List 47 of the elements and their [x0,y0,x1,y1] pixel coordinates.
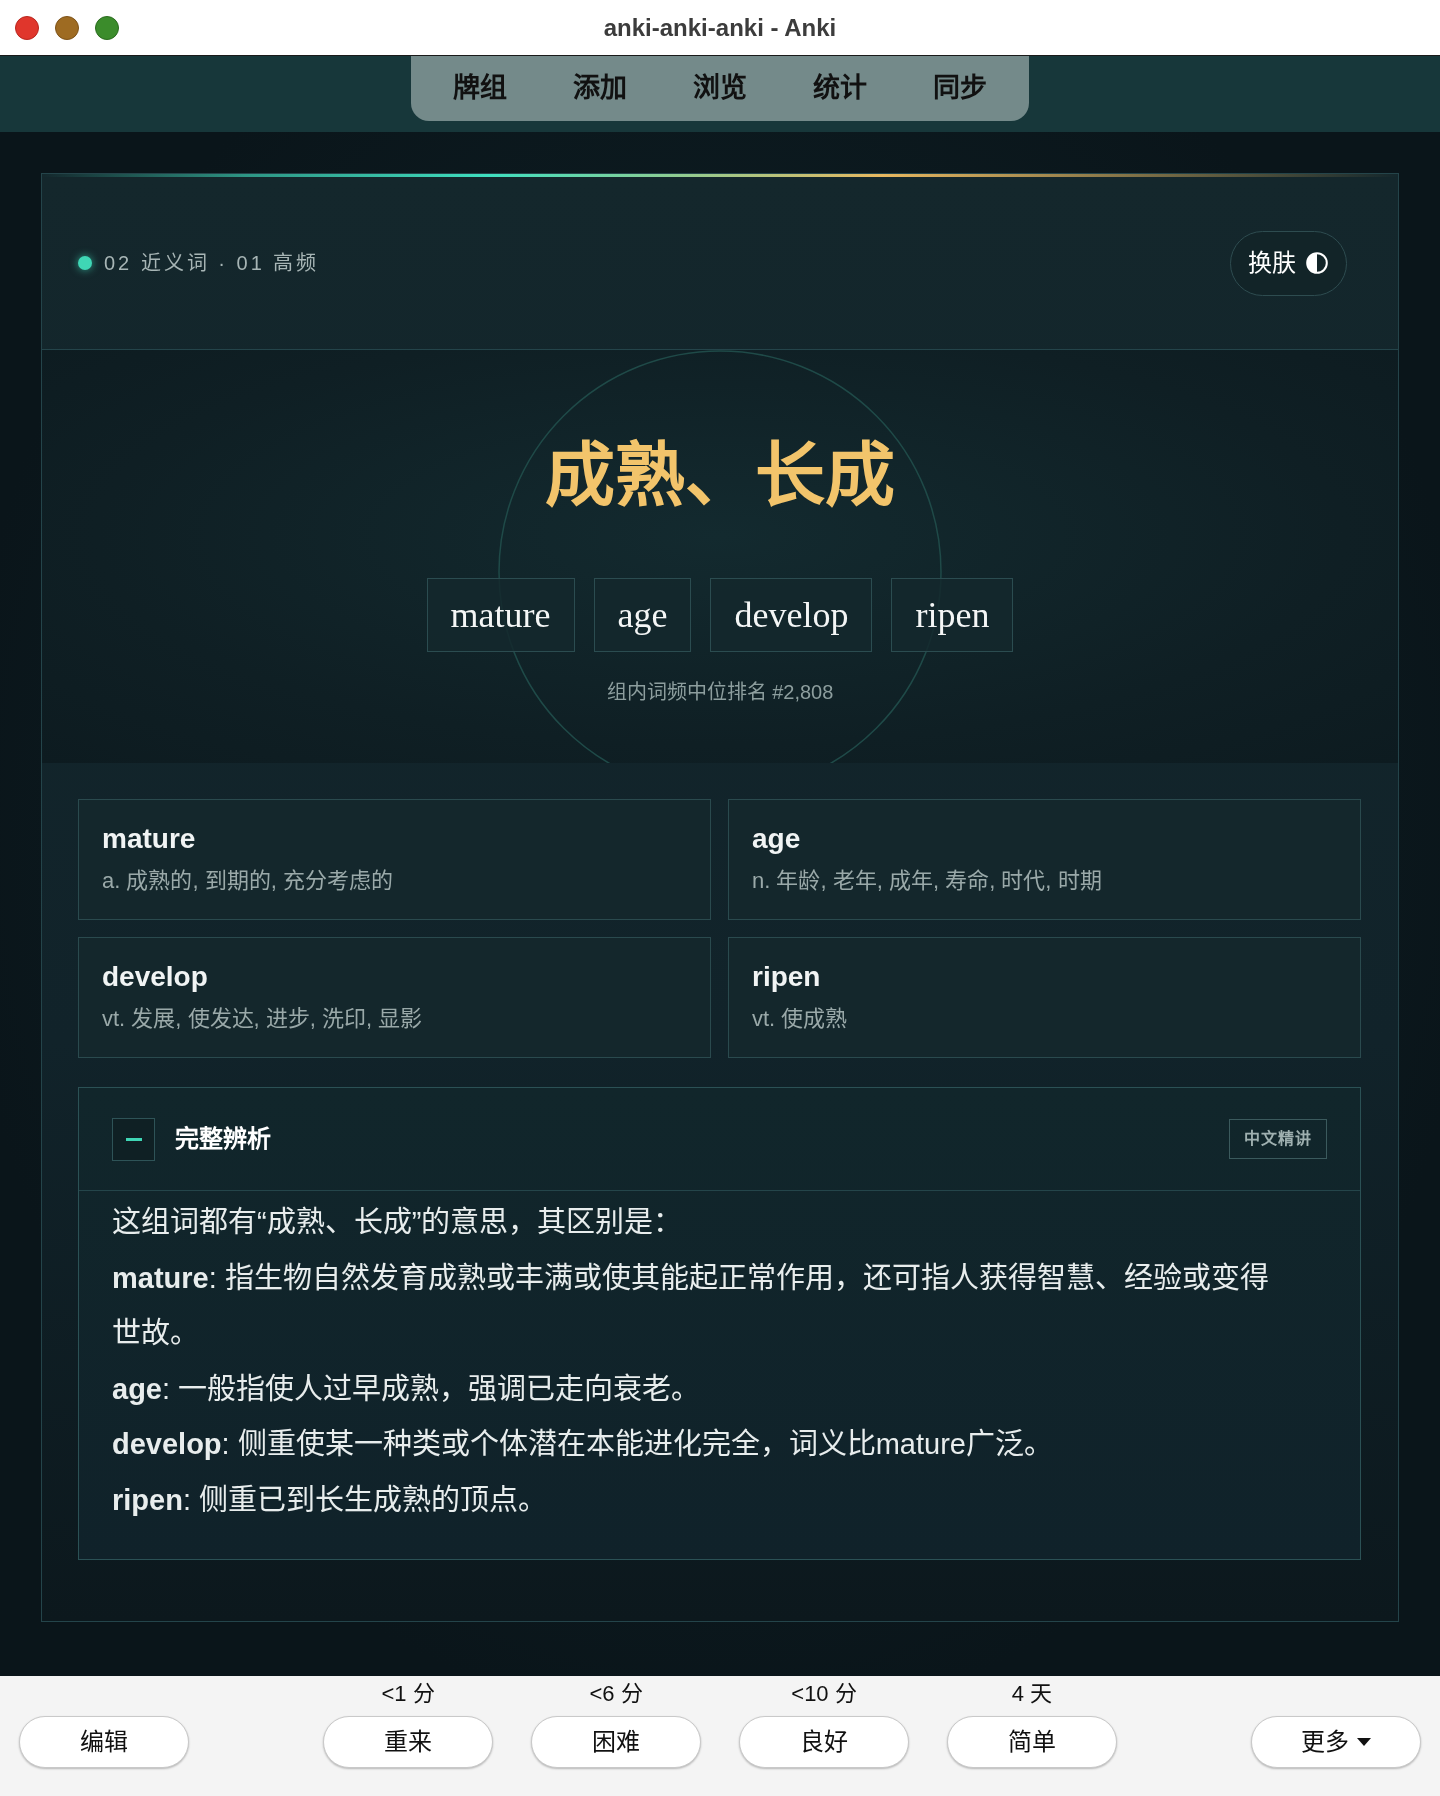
answer-button[interactable]: 重来 [323,1716,493,1768]
analysis-paragraph: age: 一般指使人过早成熟，强调已走向衰老。 [112,1371,702,1407]
window-close-icon[interactable] [15,15,39,40]
toolbar-link[interactable]: 同步 [933,72,987,105]
window-title: anki-anki-anki - Anki [603,12,837,43]
explanation-tag: 中文精讲 [1229,1119,1327,1159]
definition-meaning: vt. 发展, 使发达, 进步, 洗印, 显影 [102,1005,424,1033]
collapse-button[interactable] [112,1117,155,1161]
window-minimize-icon[interactable] [55,15,79,40]
definition-word: develop [102,960,209,994]
interval-label: <6 分 [589,1681,643,1707]
hero-title: 成熟、长成 [545,436,895,517]
card-tag-label: 02 近义词 · 01 高频 [104,251,320,276]
status-dot-icon [78,256,92,270]
word-chip: develop [710,578,873,652]
word-chip: age [593,578,692,652]
interval-label: <10 分 [791,1681,857,1707]
edit-button[interactable]: 编辑 [19,1716,189,1768]
analysis-title: 完整辨析 [175,1124,271,1154]
contrast-icon [1306,252,1328,274]
toolbar-link[interactable]: 添加 [573,72,627,105]
rank-label: 组内词频中位排名 #2,808 [606,680,834,705]
toolbar-link[interactable]: 统计 [813,72,867,105]
definition-meaning: vt. 使成熟 [752,1005,849,1033]
skin-toggle-button[interactable]: 换肤 [1230,230,1347,296]
definition-meaning: a. 成熟的, 到期的, 充分考虑的 [102,867,394,895]
toolbar-link[interactable]: 牌组 [453,72,507,105]
window-zoom-icon[interactable] [95,15,119,40]
analysis-paragraph: 这组词都有“成熟、长成”的意思，其区别是： [112,1205,684,1240]
answer-button[interactable]: 困难 [531,1716,701,1768]
definition-word: age [752,822,802,856]
definition-word: mature [102,822,197,856]
interval-label: <1 分 [381,1681,435,1707]
analysis-paragraph: develop: 侧重使某一种类或个体潜在本能进化完全，词义比mature广泛。 [112,1427,1054,1462]
analysis-paragraph: ripen: 侧重已到长生成熟的顶点。 [112,1482,549,1518]
definition-meaning: n. 年龄, 老年, 成年, 寿命, 时代, 时期 [752,867,1103,895]
minus-icon [125,1137,142,1141]
analysis-paragraph: mature: 指生物自然发育成熟或丰满或使其能起正常作用，还可指人获得智慧、经验或变得世故。 [112,1260,1270,1351]
definition-word: ripen [752,960,822,994]
toolbar-link[interactable]: 浏览 [693,72,747,105]
interval-label: 4 天 [1011,1681,1053,1707]
answer-button[interactable]: 简单 [947,1716,1117,1768]
answer-button[interactable]: 良好 [739,1716,909,1768]
word-chip: mature [426,578,575,652]
caret-icon [1357,1738,1371,1746]
word-chip: ripen [891,578,1014,652]
more-button[interactable]: 更多 [1251,1716,1421,1768]
